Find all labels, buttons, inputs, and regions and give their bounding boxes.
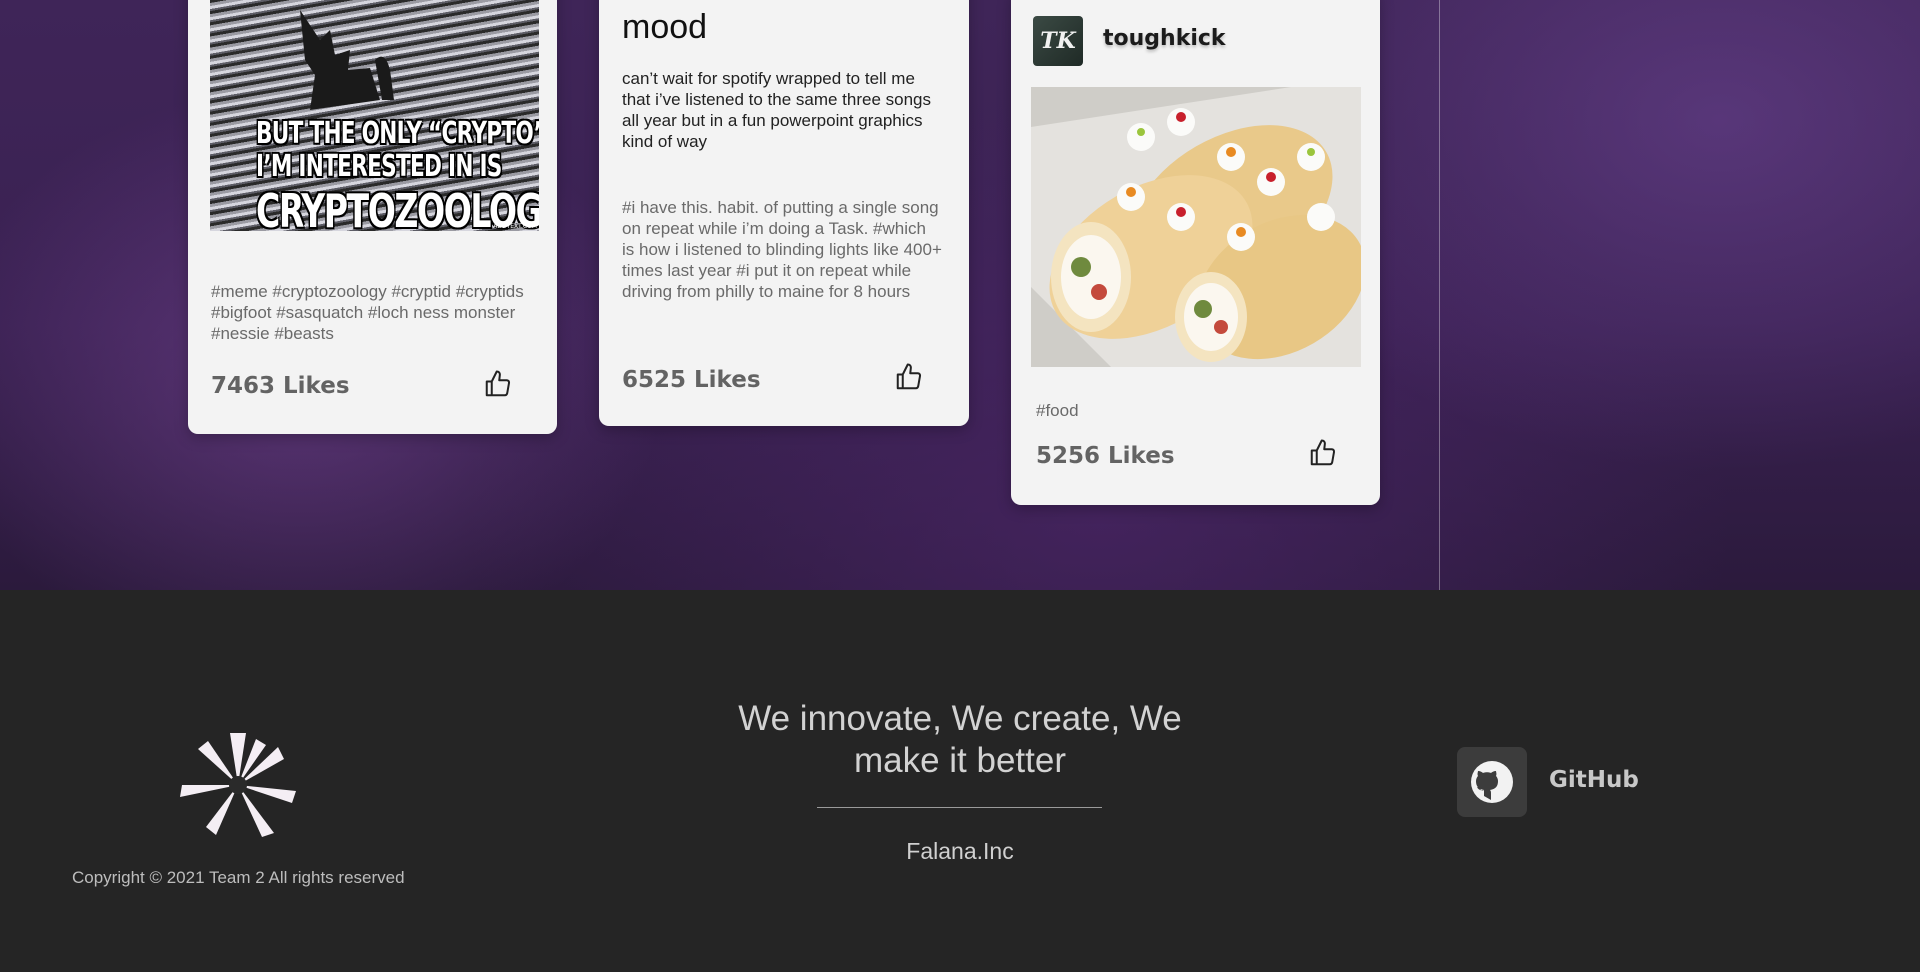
feed-area: BUT THE ONLY “CRYPTO” I’M INTERESTED IN …: [0, 0, 1920, 590]
post-tags: #i have this. habit. of putting a single…: [622, 198, 942, 301]
post-card: mood can’t wait for spotify wrapped to t…: [599, 0, 969, 426]
thumbs-up-icon[interactable]: [894, 362, 924, 392]
meme-caption-line-2: I’M INTERESTED IN IS: [256, 149, 502, 184]
github-link[interactable]: GitHub: [1549, 767, 1639, 793]
thumbs-up-icon[interactable]: [1308, 438, 1338, 468]
post-image[interactable]: [1031, 87, 1361, 367]
post-likes: 6525 Likes: [622, 367, 761, 393]
food-illustration: [1031, 87, 1361, 367]
meme-caption-line-3: CRYPTOZOOLOGY: [256, 184, 539, 231]
avatar[interactable]: TK: [1033, 16, 1083, 66]
footer-tagline: We innovate, We create, We make it bette…: [738, 699, 1182, 780]
github-button[interactable]: [1457, 747, 1527, 817]
footer-divider: [817, 807, 1102, 808]
creature-silhouette: [300, 10, 394, 110]
post-tags: #food: [1036, 401, 1079, 420]
post-title: mood: [622, 8, 708, 46]
thumbs-up-icon[interactable]: [483, 369, 513, 399]
post-tags: #meme #cryptozoology #cryptid #cryptids …: [211, 282, 524, 343]
footer: Copyright © 2021 Team 2 All rights reser…: [0, 590, 1920, 972]
username[interactable]: toughkick: [1103, 26, 1226, 51]
post-card: TK toughkick #food 5256 Likes: [1011, 0, 1380, 505]
post-image[interactable]: BUT THE ONLY “CRYPTO” I’M INTERESTED IN …: [210, 0, 539, 231]
post-body: can’t wait for spotify wrapped to tell m…: [622, 69, 932, 151]
meme-watermark: ADDTEXT.COM: [493, 223, 537, 230]
post-likes: 5256 Likes: [1036, 443, 1175, 469]
github-icon: [1471, 761, 1513, 803]
flower-logo: [180, 733, 296, 837]
meme-caption-line-1: BUT THE ONLY “CRYPTO”: [256, 116, 539, 151]
company-name: Falana.Inc: [906, 838, 1014, 864]
post-likes: 7463 Likes: [211, 373, 350, 399]
vertical-divider: [1439, 0, 1440, 590]
copyright-text: Copyright © 2021 Team 2 All rights reser…: [72, 868, 405, 887]
post-card: BUT THE ONLY “CRYPTO” I’M INTERESTED IN …: [188, 0, 557, 434]
